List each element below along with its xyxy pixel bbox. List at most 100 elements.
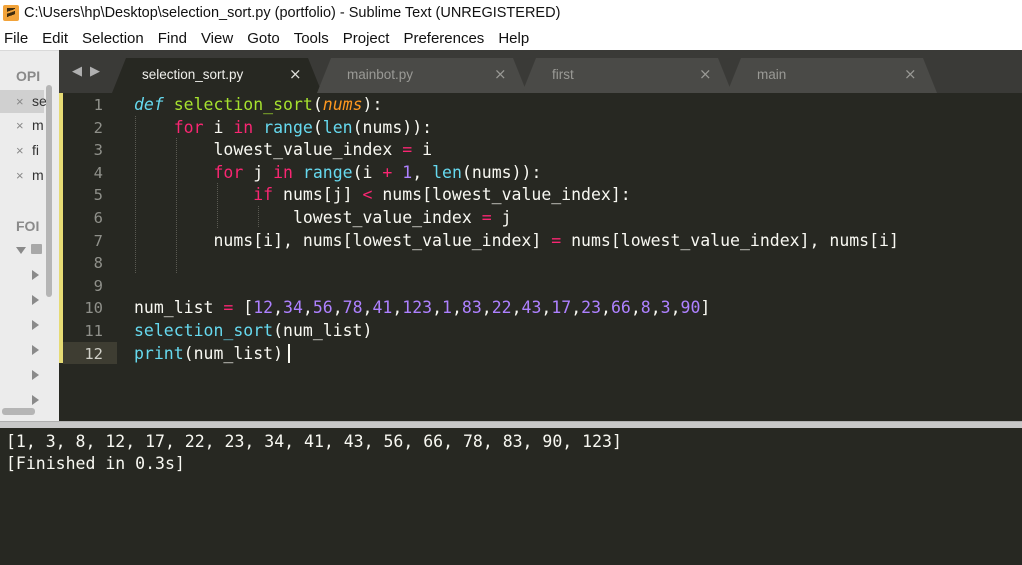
code-token: , — [511, 298, 522, 318]
line-number: 10 — [84, 299, 103, 318]
code-line: print(num_list) — [134, 344, 283, 363]
line-number: 4 — [93, 163, 103, 182]
close-icon[interactable]: × — [16, 168, 24, 183]
menu-tools[interactable]: Tools — [294, 30, 329, 47]
sidebar-open-file-first[interactable]: × fi — [0, 139, 44, 162]
code-token: , — [571, 298, 582, 318]
sidebar-horizontal-scrollbar[interactable] — [2, 408, 35, 415]
code-token: = — [481, 208, 492, 227]
folder-collapsed-arrow-icon[interactable] — [32, 295, 39, 305]
close-icon[interactable]: × — [494, 65, 507, 83]
code-token: , — [332, 298, 343, 318]
close-icon[interactable]: × — [289, 65, 302, 83]
folder-collapsed-arrow-icon[interactable] — [32, 270, 39, 280]
modified-lines-marker — [59, 93, 63, 363]
menu-view[interactable]: View — [201, 30, 233, 47]
tab-label: mainbot.py — [347, 67, 414, 82]
code-token: in — [273, 162, 293, 182]
code-line: num_list = [12,34,56,78,41,123,1,83,22,4… — [134, 298, 710, 317]
code-token: nums[i], nums[lowest_value_index] — [134, 230, 552, 250]
sublime-text-icon — [3, 4, 19, 21]
close-icon[interactable]: × — [699, 65, 712, 83]
menu-file[interactable]: File — [4, 30, 28, 47]
menu-help[interactable]: Help — [498, 30, 529, 47]
line-number: 2 — [93, 118, 103, 137]
sidebar-vertical-scrollbar[interactable] — [46, 85, 52, 297]
tab-selection-sort-py[interactable]: selection_sort.py × — [112, 58, 322, 93]
menu-project[interactable]: Project — [343, 30, 390, 47]
code-token: 123 — [402, 298, 433, 318]
code-token: selection_sort — [134, 321, 274, 340]
code-line: nums[i], nums[lowest_value_index] = nums… — [134, 230, 898, 250]
code-token: nums — [322, 95, 363, 114]
code-token: , — [630, 298, 641, 318]
code-token: 90 — [680, 298, 701, 318]
tab-first[interactable]: first × — [522, 58, 732, 93]
output-panel-splitter[interactable] — [0, 421, 1022, 428]
build-output-panel[interactable]: [1, 3, 8, 12, 17, 22, 23, 34, 41, 43, 56… — [0, 428, 1022, 565]
sidebar-open-file-selection-sort[interactable]: × se — [0, 90, 47, 113]
open-file-name: se — [32, 93, 47, 109]
tab-label: selection_sort.py — [142, 67, 244, 82]
folder-expanded-arrow-icon[interactable] — [16, 247, 26, 254]
code-line: lowest_value_index = i — [134, 140, 432, 159]
line-number: 7 — [93, 231, 103, 250]
code-token: lowest_value_index — [134, 140, 403, 160]
code-token: 56 — [312, 298, 333, 318]
tab-prev-arrow-icon[interactable]: ◀ — [72, 64, 82, 79]
code-token: , — [412, 162, 433, 182]
close-icon[interactable]: × — [16, 143, 24, 158]
text-cursor — [288, 344, 290, 363]
menu-preferences[interactable]: Preferences — [403, 30, 484, 47]
open-file-name: m — [32, 167, 44, 183]
code-token: selection_sort — [173, 95, 313, 114]
code-token: = — [223, 298, 234, 318]
tab-mainbot-py[interactable]: mainbot.py × — [317, 58, 527, 93]
code-line: for i in range(len(nums)): — [134, 118, 432, 137]
close-icon[interactable]: × — [904, 65, 917, 83]
code-line: def selection_sort(nums): — [134, 95, 382, 114]
folder-collapsed-arrow-icon[interactable] — [32, 320, 39, 330]
code-token: 78 — [342, 298, 363, 318]
code-token: 3 — [660, 298, 671, 318]
sidebar-open-file-main[interactable]: × m — [0, 164, 44, 187]
code-token: num_list — [134, 298, 224, 318]
code-token: < — [362, 185, 373, 205]
code-token: 23 — [581, 298, 602, 318]
code-token: [ — [233, 298, 254, 318]
close-icon[interactable]: × — [16, 118, 24, 133]
code-token: , — [432, 298, 443, 318]
sidebar-open-file-mainbot[interactable]: × m — [0, 114, 44, 137]
code-token: def — [134, 95, 164, 114]
tab-next-arrow-icon[interactable]: ▶ — [90, 64, 100, 79]
code-token: (num_list) — [183, 343, 284, 363]
folders-heading: FOI — [16, 218, 40, 234]
menu-selection[interactable]: Selection — [82, 30, 144, 47]
menu-edit[interactable]: Edit — [42, 30, 68, 47]
code-token: range — [302, 162, 353, 182]
code-token: 22 — [491, 298, 512, 318]
tab-main[interactable]: main × — [727, 58, 937, 93]
menu-bar: File Edit Selection Find View Goto Tools… — [0, 26, 1022, 50]
title-bar: C:\Users\hp\Desktop\selection_sort.py (p… — [0, 0, 1022, 25]
code-editor[interactable]: 1 def selection_sort(nums): 2 for i in ran… — [59, 93, 1022, 421]
close-icon[interactable]: × — [16, 94, 24, 109]
menu-find[interactable]: Find — [158, 30, 187, 47]
menu-goto[interactable]: Goto — [247, 30, 280, 47]
folder-collapsed-arrow-icon[interactable] — [32, 345, 39, 355]
code-token: 8 — [640, 298, 651, 318]
code-token: for — [173, 117, 204, 137]
code-token: for — [213, 162, 244, 182]
code-token: ): — [362, 95, 383, 114]
code-token: + — [382, 162, 393, 182]
code-token: , — [392, 298, 403, 318]
folder-collapsed-arrow-icon[interactable] — [32, 370, 39, 380]
code-token: ] — [700, 298, 711, 318]
code-token: 41 — [372, 298, 393, 318]
folder-collapsed-arrow-icon[interactable] — [32, 395, 39, 405]
code-token: ( — [312, 95, 323, 114]
code-token: 66 — [610, 298, 631, 318]
